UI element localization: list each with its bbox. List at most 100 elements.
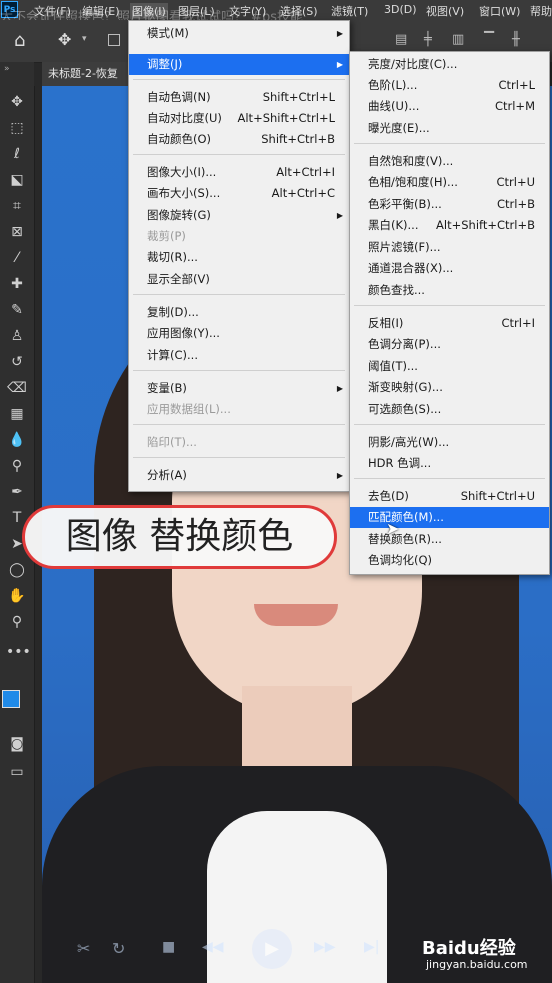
menu-item-black-white[interactable]: 黑白(K)... Alt+Shift+Ctrl+B [350,215,549,236]
menu-item-photo-filter[interactable]: 照片滤镜(F)... [350,237,549,258]
stop-icon[interactable]: ■ [162,939,175,955]
menu-item-adjustments[interactable]: 调整(J) ▶ [129,54,349,75]
menu-item-brightness-contrast[interactable]: 亮度/对比度(C)... [350,54,549,75]
menu-item-color-balance[interactable]: 色彩平衡(B)... Ctrl+B [350,194,549,215]
align-middle-icon[interactable]: ╫ [512,32,520,47]
menu-separator [133,424,345,425]
hand-tool-icon[interactable]: ✋ [6,586,28,606]
crop-tool-icon[interactable]: ⌗ [6,196,28,216]
toolbar-header: » [0,62,34,86]
menu-item-duplicate[interactable]: 复制(D)... [129,302,349,323]
menu-item-image-size[interactable]: 图像大小(I)... Alt+Ctrl+I [129,162,349,183]
ellipse-tool-icon[interactable]: ◯ [6,560,28,580]
menu-item-levels[interactable]: 色阶(L)... Ctrl+L [350,75,549,96]
more-tools-icon[interactable]: ••• [6,642,31,662]
menu-filter[interactable]: 滤镜(T) [331,3,368,19]
menu-separator [354,143,545,144]
menu-item-invert[interactable]: 反相(I) Ctrl+I [350,313,549,334]
menu-item-trap: 陷印(T)... [147,435,197,449]
menu-item-hue-saturation[interactable]: 色相/饱和度(H)... Ctrl+U [350,172,549,193]
quick-select-tool-icon[interactable]: ⬕ [6,170,28,190]
next-icon[interactable]: ▶| [364,939,379,955]
menu-separator [354,478,545,479]
home-icon[interactable]: ⌂ [14,30,25,51]
healing-brush-tool-icon[interactable]: ✚ [6,274,28,294]
play-icon[interactable]: ▶ [252,929,292,969]
menu-separator [133,154,345,155]
menu-item-threshold[interactable]: 阈值(T)... [350,356,549,377]
menu-item-vibrance[interactable]: 自然饱和度(V)... [350,151,549,172]
move-tool-icon[interactable]: ✥ [58,30,71,49]
align-left-icon[interactable]: ▤ [395,32,407,47]
chevron-down-icon[interactable]: ▾ [82,34,87,44]
zoom-tool-icon[interactable]: ⚲ [6,612,28,632]
align-top-icon[interactable]: ▔ [484,32,494,47]
marquee-tool-icon[interactable]: ⬚ [6,118,28,138]
menu-item-calculations[interactable]: 计算(C)... [129,345,349,366]
menu-separator [133,294,345,295]
screen-mode-icon[interactable]: ▭ [6,762,28,782]
collapse-icon[interactable]: » [4,64,10,74]
menu-item-auto-contrast[interactable]: 自动对比度(U) Alt+Shift+Ctrl+L [129,108,349,129]
foreground-color-swatch[interactable] [2,690,20,708]
submenu-arrow-icon: ▶ [336,29,343,38]
menu-item-shadows-highlights[interactable]: 阴影/高光(W)... [350,432,549,453]
menu-item-variables[interactable]: 变量(B) ▶ [129,378,349,399]
auto-select-checkbox[interactable] [108,34,120,46]
annotation-bubble: 图像 替换颜色 [22,505,337,569]
pen-tool-icon[interactable]: ✒ [6,482,28,502]
history-brush-tool-icon[interactable]: ↺ [6,352,28,372]
menu-item-replace-color[interactable]: 替换颜色(R)... [350,529,549,550]
menu-item-channel-mixer[interactable]: 通道混合器(X)... [350,258,549,279]
shuffle-icon[interactable]: ✂ [77,939,90,958]
menu-item-analysis[interactable]: 分析(A) ▶ [129,465,349,486]
dodge-tool-icon[interactable]: ⚲ [6,456,28,476]
lasso-tool-icon[interactable]: ℓ [6,144,28,164]
submenu-arrow-icon: ▶ [336,211,343,220]
gradient-tool-icon[interactable]: ▦ [6,404,28,424]
menu-item-gradient-map[interactable]: 渐变映射(G)... [350,377,549,398]
menu-item-match-color[interactable]: 匹配颜色(M)... [350,507,549,528]
menu-view[interactable]: 视图(V) [426,3,464,19]
align-right-icon[interactable]: ▥ [452,32,464,47]
eyedropper-tool-icon[interactable]: ⁄ [6,248,28,268]
blur-tool-icon[interactable]: 💧 [6,430,28,450]
brush-tool-icon[interactable]: ✎ [6,300,28,320]
menu-item-hdr-toning[interactable]: HDR 色调... [350,453,549,474]
menu-item-desaturate[interactable]: 去色(D) Shift+Ctrl+U [350,486,549,507]
align-center-icon[interactable]: ╪ [424,32,432,47]
menu-item-crop: 裁剪(P) [147,229,186,243]
watermark-brand: Baidu经验 [422,938,516,959]
menu-window[interactable]: 窗口(W) [479,3,520,19]
submenu-arrow-icon: ▶ [336,471,343,480]
menu-item-trim[interactable]: 裁切(R)... [129,247,349,268]
frame-tool-icon[interactable]: ⊠ [6,222,28,242]
menu-item-curves[interactable]: 曲线(U)... Ctrl+M [350,96,549,117]
eraser-tool-icon[interactable]: ⌫ [6,378,28,398]
fast-forward-icon[interactable]: ▶▶ [314,939,336,955]
menu-item-auto-tone[interactable]: 自动色调(N) Shift+Ctrl+L [129,87,349,108]
submenu-arrow-icon: ▶ [336,60,343,69]
video-playback-bar: ✂ ↻ ■ ◀◀ ▶ ▶▶ ▶| [42,925,462,975]
stamp-tool-icon[interactable]: ♙ [6,326,28,346]
image-menu: 模式(M) ▶ 调整(J) ▶ 自动色调(N) Shift+Ctrl+L 自动对比度(… [128,20,350,492]
menu-item-exposure[interactable]: 曝光度(E)... [350,118,549,139]
menu-item-reveal-all[interactable]: 显示全部(V) [129,269,349,290]
menu-separator [354,305,545,306]
menu-item-equalize[interactable]: 色调均化(Q) [350,550,549,571]
menu-item-canvas-size[interactable]: 画布大小(S)... Alt+Ctrl+C [129,183,349,204]
move-tool-icon[interactable]: ✥ [6,92,28,112]
menu-item-apply-image[interactable]: 应用图像(Y)... [129,323,349,344]
menu-item-color-lookup[interactable]: 颜色查找... [350,280,549,301]
menu-help[interactable]: 帮助 [530,3,552,19]
menu-item-mode[interactable]: 模式(M) ▶ [129,23,349,44]
menu-item-posterize[interactable]: 色调分离(P)... [350,334,549,355]
rewind-icon[interactable]: ◀◀ [202,939,224,955]
quick-mask-icon[interactable]: ◙ [6,734,28,754]
loop-icon[interactable]: ↻ [112,939,125,958]
menu-item-selective-color[interactable]: 可选颜色(S)... [350,399,549,420]
menu-item-image-rotation[interactable]: 图像旋转(G) ▶ [129,205,349,226]
menu-item-auto-color[interactable]: 自动颜色(O) Shift+Ctrl+B [129,129,349,150]
document-tab[interactable]: 未标题-2-恢复 [42,62,134,86]
menu-3d[interactable]: 3D(D) [384,3,417,16]
